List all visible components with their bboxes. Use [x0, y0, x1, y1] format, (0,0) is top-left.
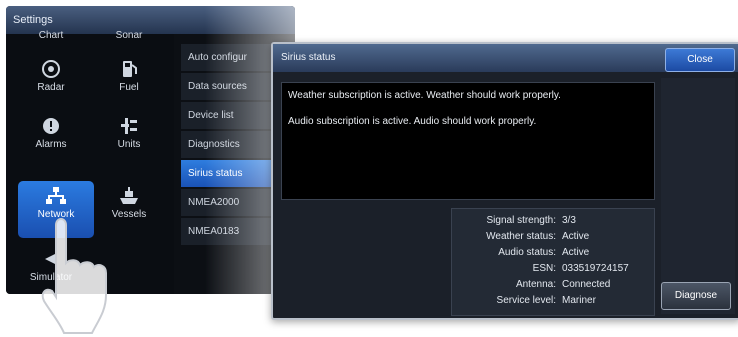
hand-pointer-icon: [41, 218, 107, 334]
settings-item-alarms[interactable]: Alarms: [12, 111, 90, 167]
info-value: Mariner: [562, 295, 596, 306]
alarm-icon: [12, 115, 90, 137]
info-row-weather-status: Weather status: Active: [452, 231, 654, 247]
diagnose-button[interactable]: Diagnose: [661, 282, 731, 310]
settings-item-radar[interactable]: Radar: [12, 54, 90, 110]
sirius-status-dialog: Sirius status Close Weather subscription…: [271, 42, 738, 320]
fuel-icon: [90, 58, 168, 80]
info-key: Antenna:: [515, 279, 556, 290]
close-button[interactable]: Close: [665, 48, 735, 72]
settings-item-fuel[interactable]: Fuel: [90, 54, 168, 110]
dialog-side-panel: Diagnose: [661, 78, 735, 314]
info-row-service-level: Service level: Mariner: [452, 295, 654, 311]
info-value: Active: [562, 231, 590, 242]
weather-subscription-message: Weather subscription is active. Weather …: [288, 90, 561, 101]
info-row-antenna: Antenna: Connected: [452, 279, 654, 295]
info-value: 3/3: [562, 215, 576, 226]
info-value: Connected: [562, 279, 611, 290]
info-key: Signal strength:: [486, 215, 557, 226]
subscription-message-box: Weather subscription is active. Weather …: [281, 82, 655, 200]
units-icon: [90, 115, 168, 137]
info-row-signal-strength: Signal strength: 3/3: [452, 215, 654, 231]
info-key: Audio status:: [498, 247, 556, 258]
radar-icon: [12, 58, 90, 80]
info-row-esn: ESN: 033519724157: [452, 263, 654, 279]
info-value: Active: [562, 247, 590, 258]
info-key: Weather status:: [486, 231, 556, 242]
vessels-icon: [90, 185, 168, 207]
status-info-box: Signal strength: 3/3 Weather status: Act…: [451, 208, 655, 316]
audio-subscription-message: Audio subscription is active. Audio shou…: [288, 116, 537, 127]
info-row-audio-status: Audio status: Active: [452, 247, 654, 263]
info-value: 033519724157: [562, 263, 629, 274]
network-icon: [18, 185, 94, 207]
settings-item-units[interactable]: Units: [90, 111, 168, 167]
info-key: Service level:: [496, 295, 556, 306]
info-key: ESN:: [532, 263, 556, 274]
